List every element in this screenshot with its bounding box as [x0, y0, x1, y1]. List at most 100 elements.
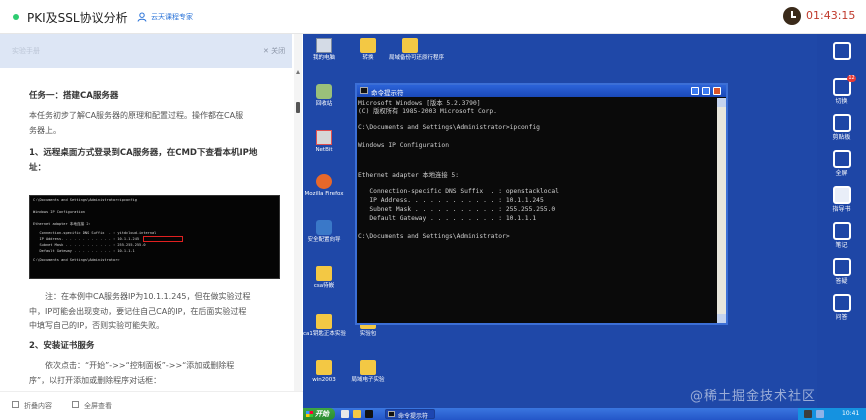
ip-highlight-box — [143, 236, 183, 242]
manual-close-button[interactable]: ✕ 关闭 — [263, 46, 285, 56]
computer-icon — [316, 38, 332, 53]
desktop-icon-convert[interactable]: 转换 — [347, 38, 389, 62]
toolbar-clipboard[interactable]: 剪贴板 — [817, 114, 866, 141]
maximize-button[interactable] — [702, 87, 710, 95]
desktop-icon-label: ca1钥匙正本实验 — [303, 331, 346, 337]
lab-manual-panel: 实验手册 ✕ 关闭 任务一：搭建CA服务器 本任务初步了解CA服务器的原理和配置… — [0, 34, 303, 420]
step1-title: 1、远程桌面方式登录到CA服务器，在CMD下查看本机IP地 址： — [29, 146, 291, 175]
toolbar-qa[interactable]: 答疑 — [817, 258, 866, 285]
toolbar-notes[interactable]: 笔记 — [817, 222, 866, 249]
desktop-icon-label: NetBit — [315, 147, 333, 153]
screenshot-line: Ethernet adapter 本地连接 2: — [33, 222, 91, 226]
collapse-content-button[interactable]: 折叠内容 — [24, 401, 52, 411]
desktop-icon-my-computer[interactable]: 我的电脑 — [303, 38, 345, 62]
cmd-scrollbar[interactable] — [717, 98, 726, 323]
windows-taskbar: 开始 命令提示符 10:41 — [303, 408, 866, 420]
toolbar-label: 指导书 — [832, 206, 851, 213]
fullscreen-view-button[interactable]: 全屏查看 — [84, 401, 112, 411]
start-label: 开始 — [315, 410, 329, 418]
author-link[interactable]: 云天课程专家 — [151, 12, 193, 22]
close-button[interactable] — [713, 87, 721, 95]
cmd-output[interactable]: Microsoft Windows [版本 5.2.3790] (C) 版权所有… — [358, 98, 717, 323]
desktop-icon-csa[interactable]: csa待嵌 — [303, 266, 345, 290]
toolbar-guide-book[interactable]: 指导书 — [817, 186, 866, 213]
start-button[interactable]: 开始 — [303, 408, 335, 420]
screenshot-line: Windows IP Configuration — [33, 210, 85, 214]
cmd-scroll-down-icon[interactable] — [717, 314, 726, 323]
quicklaunch-desktop-icon[interactable] — [341, 410, 349, 418]
scroll-thumb[interactable] — [296, 102, 300, 113]
toolbar-fullscreen[interactable]: 全屏 — [817, 150, 866, 177]
pen-icon — [832, 222, 851, 240]
folder-icon — [316, 314, 332, 329]
desktop-icon-ca1[interactable]: ca1钥匙正本实验 — [303, 314, 346, 338]
screenshot-line: IP Address. . . . . . . . . . . . : 10.1… — [33, 237, 140, 241]
cmd-titlebar[interactable]: 命令提示符 — [357, 85, 726, 97]
toolbar-switch[interactable]: 12 切换 — [817, 75, 866, 105]
desktop-icon-recycle-bin[interactable]: 回收站 — [303, 84, 345, 108]
step1-line: 1、远程桌面方式登录到CA服务器，在CMD下查看本机IP地 — [29, 148, 258, 158]
toolbar-calendar[interactable] — [817, 42, 866, 62]
toolbar-label: 问答 — [835, 314, 848, 321]
toolbar-questions[interactable]: 问答 — [817, 294, 866, 321]
note-line: 中，IP可能会出现变动，要记住自己CA的IP，在后面实验过程 — [29, 306, 247, 316]
note-line: 注：在本例中CA服务器IP为10.1.1.245，但在做实验过程 — [45, 292, 251, 301]
top-bar: PKI及SSL协议分析 云天课程专家 01:43:15 — [0, 0, 866, 34]
cmd-line: Windows IP Configuration — [358, 142, 449, 149]
manual-bottom-bar: 折叠内容 全屏查看 — [0, 391, 303, 420]
desktop-icon-label: 转换 — [362, 55, 374, 61]
watermark: @稀土掘金技术社区 — [690, 389, 817, 404]
task-title: 任务一：搭建CA服务器 — [29, 91, 119, 101]
screenshot-line: Connection-specific DNS Suffix . : yitdc… — [33, 231, 157, 235]
desktop-icon-netbit[interactable]: NetBit — [303, 130, 345, 154]
network-tray-icon[interactable] — [804, 410, 812, 418]
chat-icon — [832, 258, 851, 276]
cmd-line: Ethernet adapter 本地连接 5: — [358, 172, 460, 179]
desktop-icon-firefox[interactable]: Mozilla Firefox — [303, 174, 345, 198]
scissors-icon — [832, 114, 851, 132]
task-label: 命令提示符 — [398, 413, 429, 420]
status-dot — [13, 14, 19, 20]
question-icon — [832, 294, 851, 312]
desktop-icon-electronic-lab[interactable]: 局域电子实验 — [347, 360, 389, 384]
toolbar-label: 剪贴板 — [832, 134, 851, 141]
book-icon — [832, 186, 851, 204]
quicklaunch-cmd-icon[interactable] — [365, 410, 373, 418]
remote-desktop[interactable]: 我的电脑 转换 局域备份可还原行程序 回收站 NetBit Mozilla Fi… — [303, 34, 817, 408]
step2-line: 依次点击：“开始”->>“控制面板”->>“添加或删除程 — [45, 361, 235, 370]
user-icon — [137, 12, 147, 22]
fullscreen-icon — [832, 150, 851, 168]
quicklaunch-folder-icon[interactable] — [353, 410, 361, 418]
screenshot-line: Default Gateway . . . . . . . . . : 10.1… — [33, 249, 135, 253]
security-icon — [316, 220, 332, 235]
recycle-bin-icon — [316, 84, 332, 99]
intro-text: 本任务初步了解CA服务器的原理和配置过程。操作都在CA服 务器上。 — [29, 109, 289, 138]
taskbar-cmd-task[interactable]: 命令提示符 — [385, 409, 435, 420]
step2-text: 依次点击：“开始”->>“控制面板”->>“添加或删除程 序”，以打开添加或删除… — [29, 359, 291, 388]
system-tray: 10:41 — [798, 408, 866, 420]
countdown-timer: 01:43:15 — [806, 9, 856, 22]
step2-line: 序”，以打开添加或删除程序对话框： — [29, 375, 162, 385]
scroll-up-icon[interactable] — [296, 70, 300, 74]
network-icon — [316, 130, 332, 145]
minimize-button[interactable] — [691, 87, 699, 95]
cmd-line: Connection-specific DNS Suffix . : opens… — [358, 188, 559, 195]
cmd-line: C:\Documents and Settings\Administrator>… — [358, 124, 540, 131]
cmd-scroll-up-icon[interactable] — [717, 98, 726, 107]
calendar-icon — [832, 42, 851, 60]
desktop-icon-win2003[interactable]: win2003 — [303, 360, 345, 384]
desktop-icon-security-wizard[interactable]: 安全配置向导 — [303, 220, 345, 244]
desktop-icon-label: 安全配置向导 — [307, 237, 341, 243]
desktop-icon-label: Mozilla Firefox — [304, 191, 344, 197]
intro-line: 务器上。 — [29, 125, 61, 135]
manual-scrollbar[interactable] — [294, 34, 302, 420]
note-line: 中填写自己的IP，否则实验可能失败。 — [29, 321, 165, 330]
cmd-icon — [388, 411, 395, 417]
desktop-icon-backup[interactable]: 局域备份可还原行程序 — [389, 38, 444, 62]
sound-tray-icon[interactable] — [816, 410, 824, 418]
ipconfig-screenshot: C:\Documents and Settings\Administrator>… — [29, 195, 280, 279]
cmd-window[interactable]: 命令提示符 Microsoft Windows [版本 5.2.3790] (C… — [355, 83, 728, 325]
cmd-line: Default Gateway . . . . . . . . . : 10.1… — [358, 215, 537, 222]
collapse-icon — [12, 401, 19, 408]
toolbar-label: 切换 — [835, 98, 848, 105]
